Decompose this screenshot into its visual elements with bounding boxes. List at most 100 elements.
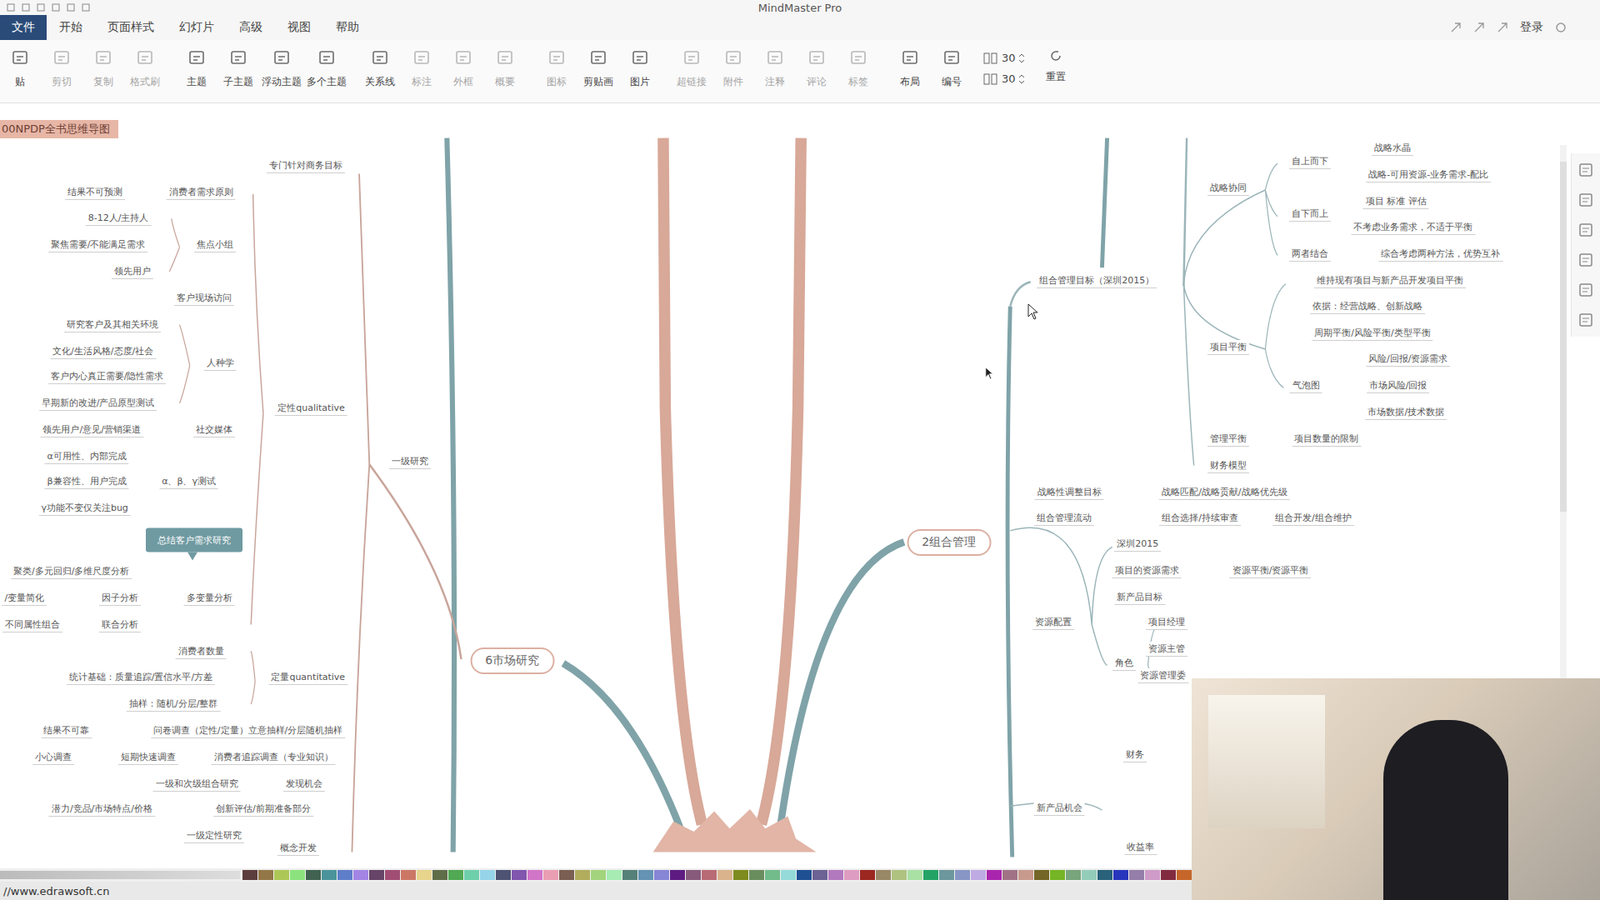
mind-map-topic[interactable]: 资源主管 (1145, 641, 1188, 657)
mind-map-topic[interactable]: 财务 (1123, 747, 1147, 763)
color-swatch[interactable] (258, 870, 274, 880)
color-swatch[interactable] (891, 870, 907, 880)
color-swatch[interactable] (1002, 870, 1018, 880)
color-swatch[interactable] (448, 870, 464, 880)
toolbar-button[interactable]: 多个主题 (305, 45, 349, 93)
mind-map-topic[interactable]: 不同属性组合 (2, 617, 63, 633)
spacing-spinner[interactable]: 30 (983, 72, 1025, 85)
panel-icon[interactable] (1577, 221, 1595, 239)
color-swatch[interactable] (875, 870, 891, 880)
mind-map-topic[interactable]: 一级和次级组合研究 (153, 776, 241, 792)
menu-item[interactable]: 幻灯片 (166, 15, 227, 40)
toolbar-button[interactable]: 剪切 (41, 45, 82, 93)
mind-map-topic[interactable]: 消费者追踪调查（专业知识） (211, 750, 336, 765)
mind-map-topic[interactable]: 两者结合 (1289, 246, 1331, 262)
toolbar-button[interactable]: 格式刷 (125, 45, 165, 93)
mind-map-topic[interactable]: 消费者数量 (175, 644, 227, 660)
color-swatch[interactable] (527, 870, 543, 880)
mind-map-topic[interactable]: 资源管理委 (1137, 668, 1189, 684)
mind-map-topic[interactable]: 一级定性研究 (184, 828, 245, 844)
color-swatch[interactable] (305, 870, 321, 880)
toolbar-button[interactable]: 标注 (401, 45, 442, 93)
mind-map-topic[interactable]: 结果不可预测 (65, 185, 125, 200)
color-swatch[interactable] (1018, 870, 1034, 880)
login-button[interactable]: 登录 (1520, 20, 1544, 35)
mind-map-topic[interactable]: 定量quantitative (268, 670, 348, 685)
color-swatch[interactable] (1050, 870, 1065, 880)
mind-map-topic[interactable]: 气泡图 (1290, 378, 1323, 394)
color-swatch[interactable] (543, 870, 559, 880)
color-swatch[interactable] (1160, 870, 1176, 880)
color-swatch[interactable] (400, 870, 416, 880)
color-swatch[interactable] (416, 870, 432, 880)
color-swatch[interactable] (606, 870, 622, 880)
mind-map-topic[interactable]: 文化/生活风格/态度/社会 (50, 344, 156, 360)
menu-item[interactable]: 文件 (0, 15, 47, 40)
color-swatch[interactable] (955, 870, 970, 880)
mind-map-topic[interactable]: 客户现场访问 (174, 290, 235, 306)
color-swatch[interactable] (1065, 870, 1081, 880)
color-swatch[interactable] (860, 870, 875, 880)
mind-map-topic[interactable]: 抽样：随机/分层/整群 (126, 696, 220, 712)
toolbar-button[interactable]: 注释 (755, 45, 795, 93)
mind-map-topic[interactable]: 资源配置 (1032, 615, 1075, 630)
mind-map-topic[interactable]: 聚焦需要/不能满足需求 (48, 237, 149, 253)
settings-icon[interactable] (1555, 21, 1567, 34)
mind-map-topic[interactable]: 问卷调查（定性/定量）立意抽样/分层随机抽样 (150, 723, 345, 739)
color-swatch[interactable] (812, 870, 828, 880)
mind-map-topic[interactable]: 潜力/竞品/市场特点/价格 (49, 801, 155, 817)
color-swatch[interactable] (464, 870, 480, 880)
mind-map-topic[interactable]: /变量简化 (2, 590, 48, 606)
color-swatch[interactable] (480, 870, 495, 880)
color-swatch[interactable] (939, 870, 955, 880)
toolbar-button[interactable]: 外框 (443, 45, 484, 93)
color-swatch[interactable] (432, 870, 448, 880)
menu-item[interactable]: 页面样式 (95, 15, 167, 40)
mind-map-topic[interactable]: 管理平衡 (1207, 431, 1250, 447)
color-swatch[interactable] (385, 870, 400, 880)
mind-map-topic[interactable]: α、β、γ测试 (159, 474, 219, 490)
mind-map-topic[interactable]: 6市场研究 (470, 647, 555, 675)
color-swatch[interactable] (337, 870, 353, 880)
mind-map-topic[interactable]: 专门针对商务目标 (266, 158, 345, 174)
spacing-spinner[interactable]: 30 (983, 51, 1025, 65)
mind-map-topic[interactable]: 定性qualitative (275, 400, 348, 416)
mind-map-topic[interactable]: 创新评估/前期准备部分 (213, 801, 314, 817)
panel-icon[interactable] (1577, 311, 1595, 329)
mind-map-topic[interactable]: 社交媒体 (193, 422, 235, 438)
mind-map-topic[interactable]: 市场数据/技术数据 (1365, 405, 1447, 420)
mind-map-topic[interactable]: 角色 (1112, 655, 1136, 671)
panel-icon[interactable] (1577, 281, 1595, 299)
spinner-arrows-icon[interactable] (1019, 53, 1025, 64)
quick-access-icon[interactable] (21, 3, 30, 12)
reset-button[interactable]: 重置 (1035, 45, 1076, 88)
mind-map-topic[interactable]: 项目平衡 (1207, 340, 1250, 355)
mind-map-topic[interactable]: 战略水晶 (1371, 140, 1414, 156)
toolbar-button[interactable]: 浮动主题 (260, 45, 304, 93)
mind-map-topic[interactable]: 总结客户需求研究 (145, 528, 243, 553)
mind-map-topic[interactable]: 多变量分析 (184, 590, 235, 606)
toolbar-button[interactable]: 布局 (890, 45, 930, 93)
toolbar-button[interactable]: 评论 (796, 45, 837, 93)
color-swatch[interactable] (1097, 870, 1113, 880)
mind-map-topic[interactable]: 项目的资源需求 (1112, 563, 1182, 579)
mind-map-topic[interactable]: 组合管理目标（深圳2015） (1036, 273, 1157, 289)
mind-map-topic[interactable]: 研究客户及其相关环境 (64, 317, 161, 333)
mind-map-topic[interactable]: 战略协同 (1207, 180, 1250, 196)
mind-map-topic[interactable]: 深圳2015 (1114, 536, 1161, 552)
color-swatch[interactable] (780, 870, 796, 880)
mind-map-topic[interactable]: 组合开发/组合维护 (1272, 510, 1355, 526)
mind-map-topic[interactable]: 依据：经营战略、创新战略 (1310, 299, 1425, 315)
mind-map-topic[interactable]: 综合考虑两种方法，优势互补 (1378, 246, 1503, 262)
share-icon[interactable] (1496, 21, 1509, 34)
mind-map-topic[interactable]: 组合管理流动 (1034, 510, 1095, 526)
color-swatch[interactable] (590, 870, 606, 880)
menu-item[interactable]: 开始 (46, 15, 95, 40)
color-swatch[interactable] (369, 870, 385, 880)
mind-map-topic[interactable]: 不考虑业务需求，不适于平衡 (1350, 220, 1475, 235)
mind-map-topic[interactable]: 领先用户 (111, 264, 154, 280)
toolbar-button[interactable]: 附件 (713, 45, 754, 93)
color-swatch[interactable] (828, 870, 844, 880)
color-swatch[interactable] (1034, 870, 1050, 880)
color-swatch[interactable] (321, 870, 337, 880)
